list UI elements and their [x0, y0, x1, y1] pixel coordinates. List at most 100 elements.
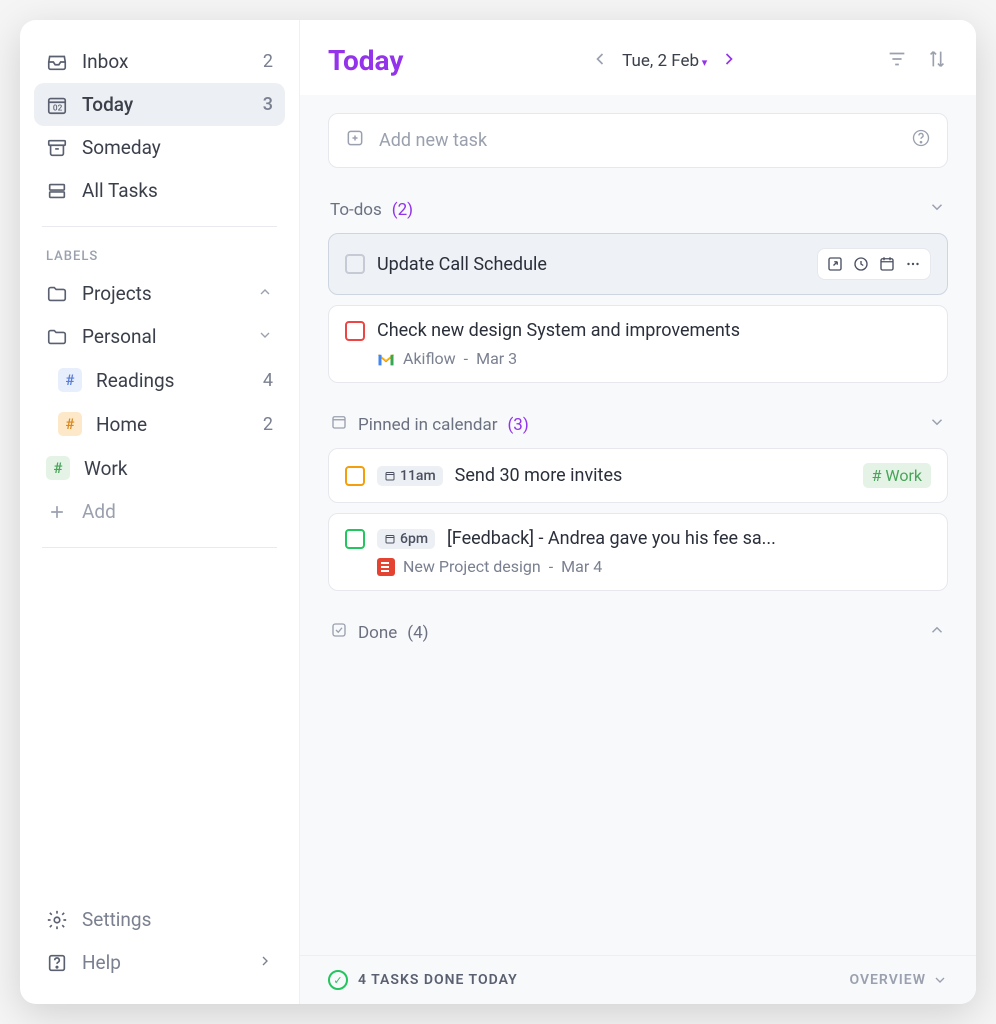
task-time: 6pm [400, 531, 428, 547]
app-window: Inbox 2 02 Today 3 Someday All Tasks LAB… [20, 20, 976, 1004]
section-header-done[interactable]: Done (4) [328, 615, 948, 656]
main-header: Today Tue, 2 Feb ▾ [300, 20, 976, 95]
separator: - [464, 349, 468, 368]
sidebar-item-alltasks[interactable]: All Tasks [34, 169, 285, 212]
calendar-day-icon: 02 [46, 94, 68, 116]
help-label: Help [82, 951, 121, 974]
labels-header: LABELS [34, 241, 285, 272]
folder-label: Personal [82, 325, 156, 348]
task-item[interactable]: 6pm [Feedback] - Andrea gave you his fee… [328, 513, 948, 591]
page-title: Today [328, 44, 403, 77]
sidebar-item-label: Inbox [82, 50, 128, 73]
sidebar-add-label[interactable]: Add [34, 490, 285, 533]
hash-icon: # [46, 456, 70, 480]
section-label: Done [358, 623, 397, 643]
sidebar-label-home[interactable]: # Home 2 [34, 402, 285, 446]
task-time: 11am [400, 468, 436, 484]
sidebar-folder-personal[interactable]: Personal [34, 315, 285, 358]
overview-button[interactable]: OVERVIEW [849, 972, 948, 988]
plus-icon [46, 501, 68, 523]
content-area: Add new task To-dos (2) Update [300, 95, 976, 955]
section-todos: To-dos (2) Update Call Schedule [328, 192, 948, 383]
sort-button[interactable] [926, 48, 948, 74]
hash-icon: # [58, 412, 82, 436]
section-label: Pinned in calendar [358, 415, 497, 435]
date-text: Tue, 2 Feb [622, 51, 699, 71]
task-source: New Project design [403, 557, 541, 576]
task-item[interactable]: Check new design System and improvements… [328, 305, 948, 383]
task-actions [817, 248, 931, 280]
open-icon[interactable] [824, 253, 846, 275]
folder-label: Projects [82, 282, 152, 305]
separator: - [549, 557, 553, 576]
sidebar-item-count: 3 [263, 94, 273, 115]
section-header-todos[interactable]: To-dos (2) [328, 192, 948, 233]
folder-icon [46, 326, 68, 348]
label-text: Work [84, 457, 127, 480]
task-source: Akiflow [403, 349, 456, 368]
task-checkbox[interactable] [345, 321, 365, 341]
sidebar-label-readings[interactable]: # Readings 4 [34, 358, 285, 402]
chevron-up-icon [928, 621, 946, 644]
overview-label: OVERVIEW [849, 972, 926, 988]
task-time-pill: 11am [377, 466, 443, 486]
add-label-text: Add [82, 500, 116, 523]
main-panel: Today Tue, 2 Feb ▾ [300, 20, 976, 1004]
add-task-input[interactable]: Add new task [328, 113, 948, 168]
sidebar-item-inbox[interactable]: Inbox 2 [34, 40, 285, 83]
calendar-icon [330, 413, 348, 436]
label-count: 4 [263, 370, 273, 391]
sidebar-item-label: All Tasks [82, 179, 158, 202]
help-circle-icon[interactable] [911, 128, 931, 153]
header-actions [886, 48, 948, 74]
section-count: (2) [392, 200, 413, 220]
more-icon[interactable] [902, 253, 924, 275]
sidebar-label-work[interactable]: # Work [34, 446, 285, 490]
task-title: Check new design System and improvements [377, 320, 740, 341]
task-item[interactable]: 11am Send 30 more invites # Work [328, 448, 948, 503]
filter-button[interactable] [886, 48, 908, 74]
calendar-icon[interactable] [876, 253, 898, 275]
check-icon [330, 621, 348, 644]
sidebar-settings[interactable]: Settings [34, 898, 285, 941]
task-item[interactable]: Update Call Schedule [328, 233, 948, 295]
sidebar-folder-projects[interactable]: Projects [34, 272, 285, 315]
next-day-button[interactable] [715, 45, 743, 77]
task-time-pill: 6pm [377, 529, 435, 549]
sidebar-item-count: 2 [263, 51, 273, 72]
check-circle-icon: ✓ [328, 970, 348, 990]
plus-box-icon [345, 128, 365, 153]
caret-down-icon: ▾ [699, 56, 707, 69]
section-count: (4) [407, 623, 428, 643]
task-checkbox[interactable] [345, 529, 365, 549]
divider [42, 226, 277, 227]
sidebar: Inbox 2 02 Today 3 Someday All Tasks LAB… [20, 20, 300, 1004]
label-text: Home [96, 413, 147, 436]
sidebar-item-label: Someday [82, 136, 161, 159]
task-title: Update Call Schedule [377, 254, 547, 275]
task-date: Mar 3 [476, 349, 517, 368]
section-label: To-dos [330, 200, 382, 220]
prev-day-button[interactable] [586, 45, 614, 77]
section-header-pinned[interactable]: Pinned in calendar (3) [328, 407, 948, 448]
section-count: (3) [507, 415, 528, 435]
gear-icon [46, 909, 68, 931]
add-task-placeholder: Add new task [379, 130, 487, 151]
divider [42, 547, 277, 548]
task-checkbox[interactable] [345, 254, 365, 274]
date-picker[interactable]: Tue, 2 Feb ▾ [622, 51, 707, 71]
gmail-icon [377, 352, 395, 366]
svg-text:02: 02 [53, 103, 63, 113]
clock-icon[interactable] [850, 253, 872, 275]
sidebar-item-someday[interactable]: Someday [34, 126, 285, 169]
chevron-up-icon [257, 282, 273, 305]
sidebar-help[interactable]: Help [34, 941, 285, 984]
task-date: Mar 4 [561, 557, 602, 576]
chevron-down-icon [928, 198, 946, 221]
settings-label: Settings [82, 908, 151, 931]
task-checkbox[interactable] [345, 466, 365, 486]
task-label[interactable]: # Work [863, 463, 931, 488]
section-pinned: Pinned in calendar (3) 11am Send 30 more… [328, 407, 948, 591]
sidebar-item-today[interactable]: 02 Today 3 [34, 83, 285, 126]
label-count: 2 [263, 414, 273, 435]
